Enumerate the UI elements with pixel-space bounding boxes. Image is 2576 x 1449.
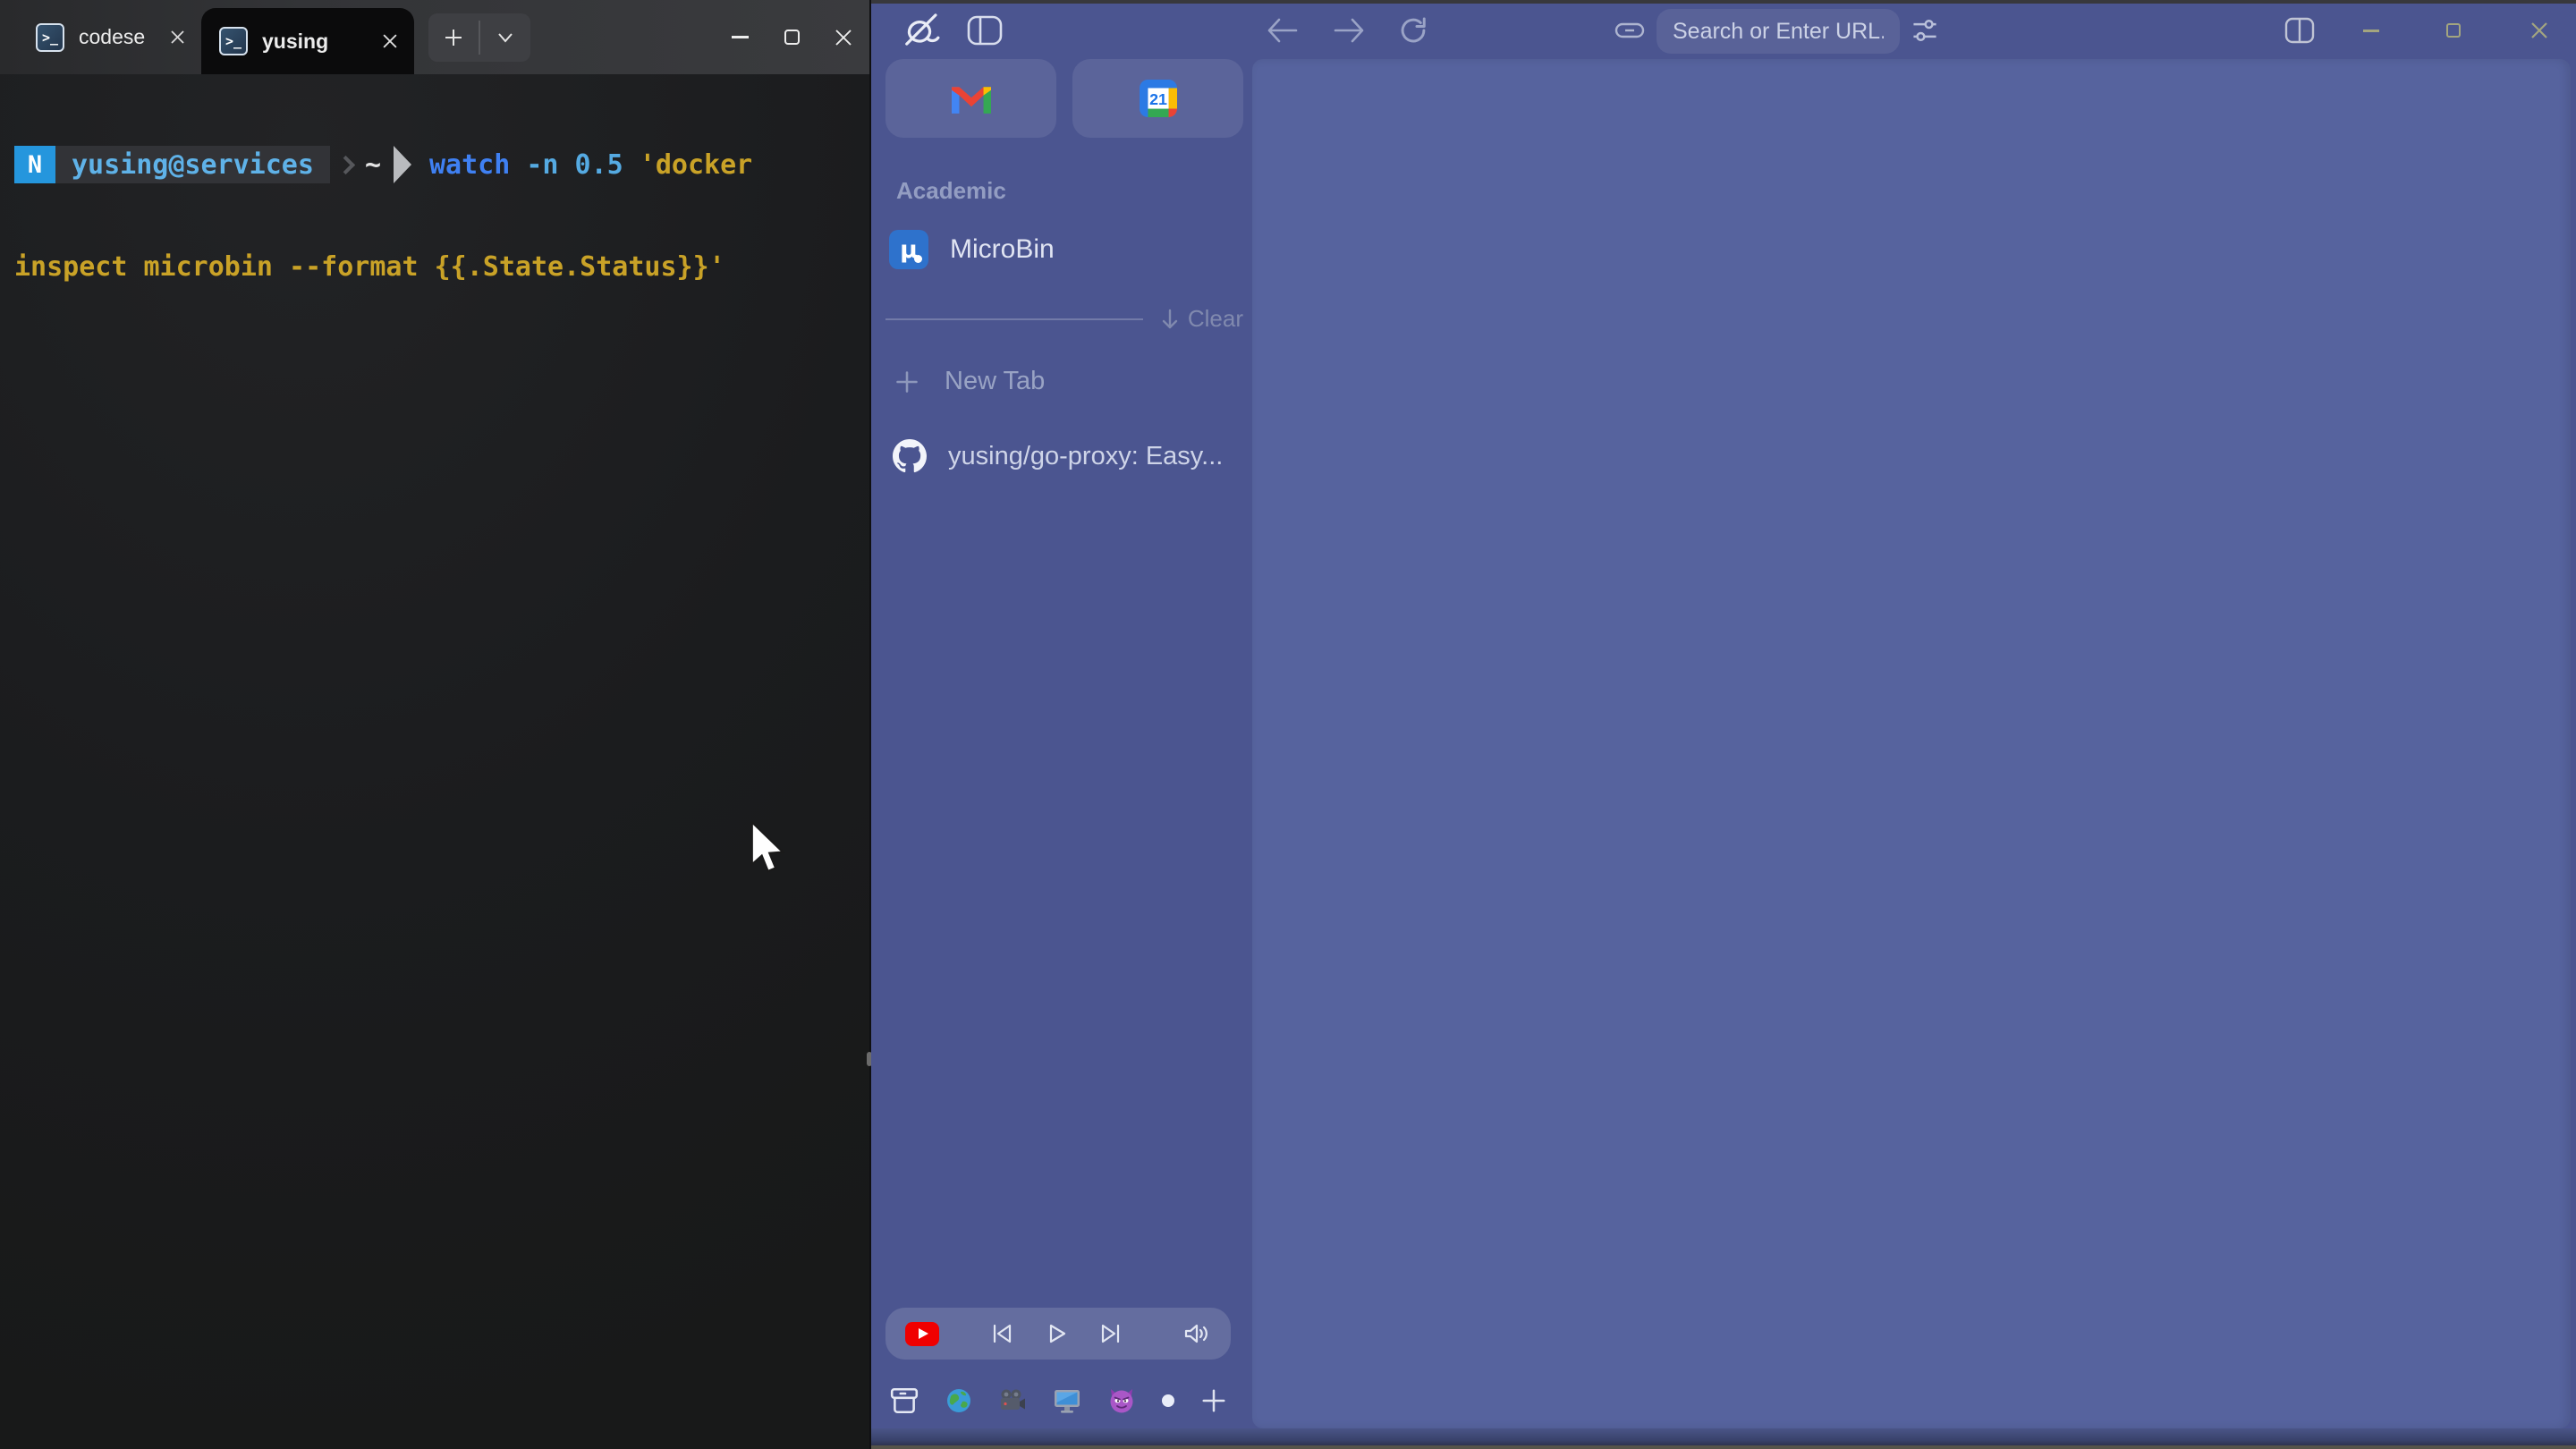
workspace-movie-camera-icon[interactable] [998, 1387, 1027, 1414]
close-tab-icon[interactable] [170, 30, 185, 45]
close-icon [2530, 21, 2548, 39]
divider [886, 318, 1143, 320]
split-view-icon[interactable] [2281, 14, 2318, 47]
volume-icon[interactable] [1182, 1321, 1211, 1346]
tabs-clear-row: Clear [886, 305, 1243, 333]
command-string-arg: 'docker [640, 149, 752, 181]
github-icon [893, 439, 927, 473]
terminal-window-controls [714, 0, 869, 74]
command-text: watch -n 0.5 'docker [429, 149, 752, 181]
prompt-cwd: ~ [365, 149, 381, 181]
search-input[interactable] [1657, 19, 1900, 45]
powershell-icon: >_ [219, 27, 248, 55]
screen: >_ codese >_ yusing [0, 0, 2576, 1449]
powerline-arrow-icon [394, 146, 411, 183]
url-bar[interactable] [1657, 9, 1900, 54]
sidebar-tab-go-proxy[interactable]: yusing/go-proxy: Easy... [886, 439, 1243, 473]
minimize-button[interactable] [714, 0, 766, 74]
forward-icon[interactable] [1331, 13, 1367, 48]
prompt-line: N yusing@services ~ watch -n 0.5 'docker [14, 145, 752, 184]
add-workspace-button[interactable] [1200, 1387, 1227, 1414]
workspace-desktop-computer-icon[interactable] [1053, 1387, 1081, 1414]
terminal-window: >_ codese >_ yusing [0, 0, 871, 1449]
terminal-tab-yusing[interactable]: >_ yusing [201, 8, 414, 74]
previous-track-icon[interactable] [991, 1321, 1014, 1346]
google-calendar-icon: 21 [1140, 80, 1177, 117]
web-content-area[interactable] [1252, 59, 2571, 1428]
reload-icon[interactable] [1395, 13, 1431, 48]
plus-icon [1200, 1387, 1227, 1414]
nerdfont-os-badge: N [14, 146, 55, 183]
back-icon[interactable] [1265, 13, 1301, 48]
gmail-icon [952, 83, 991, 114]
close-tab-icon[interactable] [382, 33, 398, 49]
terminal-output[interactable]: N yusing@services ~ watch -n 0.5 'docker… [14, 82, 752, 349]
zen-browser-logo-icon[interactable] [902, 9, 943, 50]
new-tab-button[interactable]: New Tab [886, 367, 1243, 396]
browser-window: 21 Academic µ MicroBin [871, 0, 2576, 1449]
media-player [886, 1308, 1231, 1360]
youtube-icon[interactable] [905, 1322, 939, 1346]
powershell-icon: >_ [36, 23, 64, 52]
youtube-play-glyph [919, 1328, 928, 1339]
microbin-dot [914, 255, 922, 263]
close-icon [835, 29, 852, 47]
prompt-chevron-icon [336, 155, 355, 174]
next-track-icon[interactable] [1098, 1321, 1122, 1346]
maximize-icon [784, 30, 800, 45]
media-transport [991, 1321, 1122, 1346]
window-bottom-edge [871, 1428, 2576, 1449]
browser-toolbar [871, 4, 2576, 57]
prompt-user-host: yusing@services [55, 146, 330, 183]
close-button[interactable] [818, 0, 869, 74]
pinned-tabs: 21 [886, 59, 1243, 138]
mouse-cursor [750, 821, 785, 875]
play-icon[interactable] [1045, 1321, 1068, 1346]
workspace-section-label: Academic [896, 177, 1243, 205]
workspace-devil-face-icon[interactable] [1107, 1386, 1136, 1415]
link-icon[interactable] [1612, 16, 1648, 45]
tab-title: MicroBin [950, 234, 1055, 265]
svg-text:21: 21 [1149, 90, 1167, 108]
maximize-icon [2446, 23, 2461, 38]
tab-label: codese [79, 25, 145, 49]
tab-title: yusing/go-proxy: Easy... [948, 442, 1223, 471]
pinned-tab-google-calendar[interactable]: 21 [1072, 59, 1243, 138]
maximize-button[interactable] [766, 0, 818, 74]
command-text-wrapped: inspect microbin --format {{.State.Statu… [14, 247, 752, 286]
minimize-icon [732, 36, 749, 38]
sidebar-tab-microbin[interactable]: µ MicroBin [886, 230, 1243, 269]
pinned-tab-gmail[interactable] [886, 59, 1056, 138]
clear-tabs-button[interactable]: Clear [1159, 305, 1243, 333]
sidebar-toggle-icon[interactable] [966, 14, 1004, 47]
workspace-indicator-dot[interactable] [1162, 1394, 1174, 1407]
maximize-button[interactable] [2431, 13, 2476, 48]
minimize-icon [2363, 30, 2379, 32]
new-terminal-tab-button[interactable] [428, 13, 479, 62]
new-tab-label: New Tab [945, 367, 1045, 396]
new-tab-controls [428, 13, 530, 62]
arrow-down-icon [1159, 308, 1181, 331]
terminal-profile-dropdown-button[interactable] [480, 13, 530, 62]
workspace-bar [886, 1379, 1231, 1422]
page-settings-sliders-icon[interactable] [1907, 14, 1943, 47]
archive-box-icon[interactable] [889, 1385, 919, 1416]
terminal-tabbar: >_ codese >_ yusing [0, 0, 869, 74]
browser-sidebar: 21 Academic µ MicroBin [886, 59, 1243, 473]
minimize-button[interactable] [2349, 13, 2394, 48]
plus-icon [894, 369, 919, 394]
microbin-favicon: µ [889, 230, 928, 269]
workspace-globe-icon[interactable] [945, 1387, 972, 1414]
terminal-tab-codese[interactable]: >_ codese [18, 0, 201, 74]
close-button[interactable] [2517, 13, 2562, 48]
command-name: watch [429, 149, 510, 181]
command-options: -n 0.5 [510, 149, 640, 181]
clear-label: Clear [1188, 305, 1243, 333]
tab-label: yusing [262, 30, 328, 54]
